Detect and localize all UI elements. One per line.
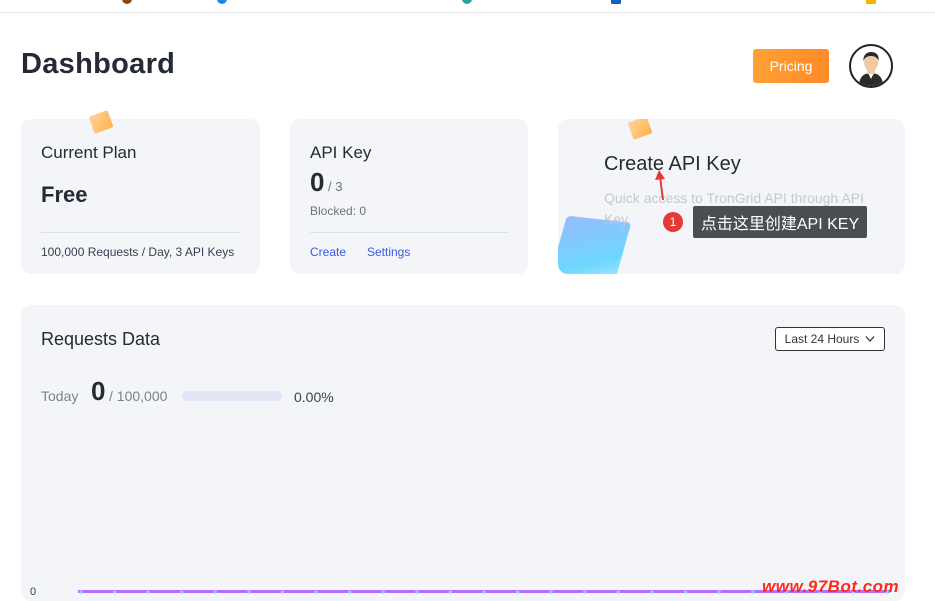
chart-point — [515, 590, 520, 594]
time-range-label: Last 24 Hours — [784, 332, 860, 346]
api-key-count: 0 — [310, 167, 325, 197]
requests-data-title: Requests Data — [41, 329, 161, 349]
chart-point — [616, 590, 620, 594]
chart-point — [751, 590, 755, 594]
page-title: Dashboard — [21, 48, 176, 80]
chart-point — [650, 590, 654, 594]
chart-point — [415, 590, 419, 594]
chart-y-tick-label: 0 — [30, 586, 37, 598]
chart-point — [112, 590, 117, 594]
current-plan-title: Current Plan — [41, 143, 137, 162]
time-range-select[interactable]: Last 24 Hours — [775, 327, 885, 351]
chart-point — [280, 590, 285, 594]
usage-percent: 0.00% — [294, 389, 334, 405]
plan-details: 100,000 Requests / Day, 3 API Keys — [41, 245, 235, 259]
chart-point — [79, 590, 83, 594]
pricing-button[interactable]: Pricing — [753, 49, 829, 83]
chart-point — [482, 590, 486, 594]
api-key-settings-link[interactable]: Settings — [367, 245, 410, 259]
chart-point — [717, 590, 721, 594]
api-key-title: API Key — [310, 143, 372, 162]
chart-point — [348, 590, 352, 594]
bookmark-icon[interactable] — [866, 0, 876, 4]
api-key-card: API Key 0 / 3 Blocked: 0 Create Settings — [290, 119, 528, 274]
create-api-key-title[interactable]: Create API Key — [604, 153, 741, 176]
current-plan-card: Current Plan Free 100,000 Requests / Day… — [21, 110, 260, 274]
bookmark-icon[interactable] — [217, 0, 227, 4]
user-avatar-icon[interactable] — [849, 44, 893, 88]
chart-point — [146, 590, 150, 594]
annotation-tooltip: 点击这里创建API KEY — [693, 206, 867, 238]
plan-name: Free — [41, 182, 88, 207]
create-api-key-card[interactable]: Create API Key Quick access to TronGrid … — [558, 119, 905, 274]
divider — [310, 232, 508, 233]
chart-point — [448, 590, 453, 594]
browser-bookmark-strip — [0, 0, 935, 13]
chart-point — [247, 590, 251, 594]
chart-point — [683, 590, 688, 594]
chart-point — [381, 590, 385, 594]
today-label: Today — [41, 388, 79, 404]
chart-point — [549, 590, 553, 594]
bookmark-icon[interactable] — [611, 0, 621, 4]
chevron-down-icon — [865, 336, 875, 342]
requests-data-panel: Requests Data Last 24 Hours Today 0 / 10… — [21, 305, 905, 601]
chart-point — [583, 590, 587, 594]
today-request-count: 0 — [91, 376, 106, 406]
decorative-cube-icon — [88, 110, 114, 134]
annotation-arrow-icon — [655, 170, 665, 201]
blocked-count: Blocked: 0 — [310, 204, 367, 218]
bookmark-icon[interactable] — [122, 0, 132, 4]
divider — [41, 232, 240, 233]
create-api-key-link[interactable]: Create — [310, 245, 346, 259]
watermark-text: www.97Bot.com — [762, 577, 900, 596]
bookmark-icon[interactable] — [462, 0, 472, 4]
today-request-limit: / 100,000 — [109, 388, 168, 404]
chart-point — [213, 590, 217, 594]
chart-point — [314, 590, 318, 594]
chart-point — [180, 590, 184, 594]
api-key-max: / 3 — [328, 179, 343, 194]
annotation-step-badge: 1 — [663, 212, 683, 232]
decorative-cube-icon — [627, 119, 653, 140]
usage-progress-bar — [182, 391, 282, 401]
